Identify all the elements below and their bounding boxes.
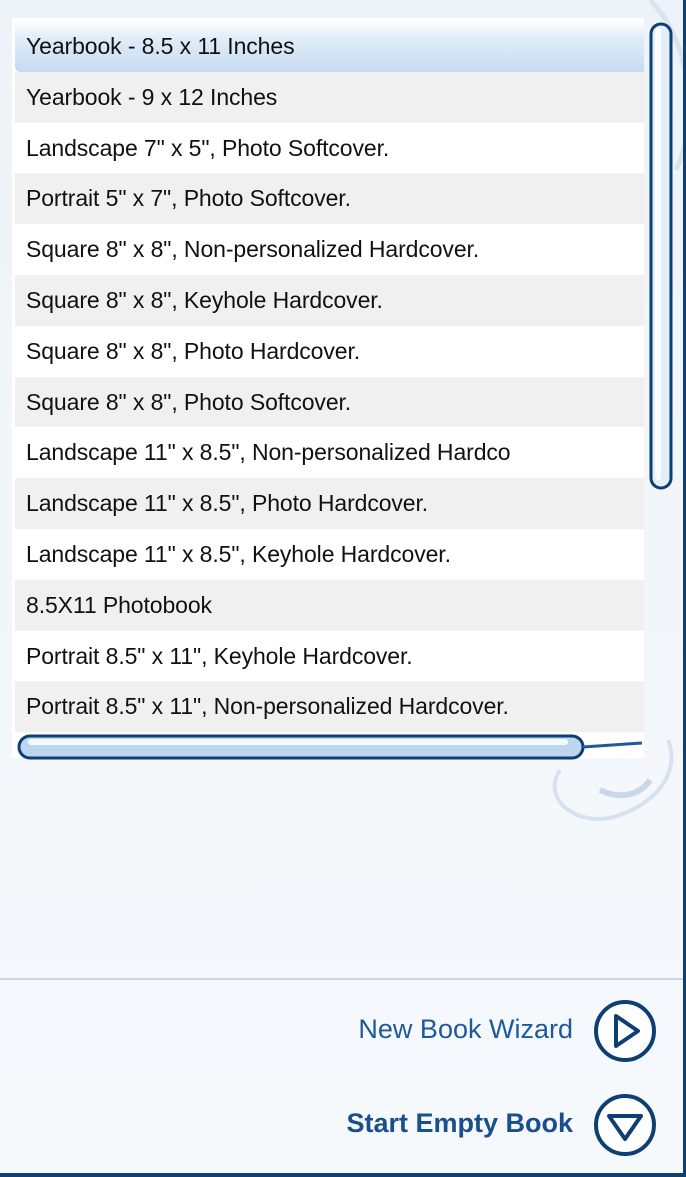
book-type-item[interactable]: Square 8" x 8", Photo Hardcover. bbox=[15, 326, 644, 377]
section-divider bbox=[0, 978, 683, 980]
book-type-item[interactable]: Square 8" x 8", Keyhole Hardcover. bbox=[15, 274, 644, 326]
book-type-item[interactable]: 8.5X11 Photobook bbox=[15, 579, 644, 631]
book-chooser-panel: Yearbook - 8.5 x 11 Inches Yearbook - 9 x… bbox=[0, 0, 686, 1177]
horizontal-scrollbar[interactable] bbox=[16, 730, 646, 764]
book-type-item[interactable]: Square 8" x 8", Photo Softcover. bbox=[15, 376, 644, 428]
book-type-item[interactable]: Landscape 11" x 8.5", Non-personalized H… bbox=[15, 427, 644, 478]
new-book-wizard-link[interactable]: New Book Wizard bbox=[358, 1014, 573, 1045]
start-empty-book-link[interactable]: Start Empty Book bbox=[346, 1108, 573, 1139]
book-type-item[interactable]: Yearbook - 8.5 x 11 Inches bbox=[15, 21, 644, 72]
book-type-list[interactable]: Yearbook - 8.5 x 11 Inches Yearbook - 9 x… bbox=[12, 18, 644, 758]
play-circle-icon[interactable] bbox=[592, 998, 658, 1064]
book-type-item[interactable]: Square 8" x 8", Non-personalized Hardcov… bbox=[15, 224, 644, 275]
book-type-item[interactable]: Landscape 11" x 8.5", Keyhole Hardcover. bbox=[15, 529, 644, 580]
down-triangle-circle-icon[interactable] bbox=[592, 1092, 658, 1158]
book-type-item[interactable]: Yearbook - 9 x 12 Inches bbox=[15, 71, 644, 123]
book-type-item[interactable]: Landscape 7" x 5", Photo Softcover. bbox=[15, 123, 644, 174]
book-type-item[interactable]: Portrait 8.5" x 11", Keyhole Hardcover. bbox=[15, 631, 644, 682]
book-type-item[interactable]: Landscape 11" x 8.5", Photo Hardcover. bbox=[15, 478, 644, 529]
vertical-scrollbar[interactable] bbox=[648, 22, 674, 492]
book-type-item[interactable]: Portrait 5" x 7", Photo Softcover. bbox=[15, 173, 644, 225]
book-type-item[interactable]: Portrait 8.5" x 11", Non-personalized Ha… bbox=[15, 681, 644, 733]
book-type-items: Yearbook - 8.5 x 11 Inches Yearbook - 9 x… bbox=[15, 21, 644, 733]
